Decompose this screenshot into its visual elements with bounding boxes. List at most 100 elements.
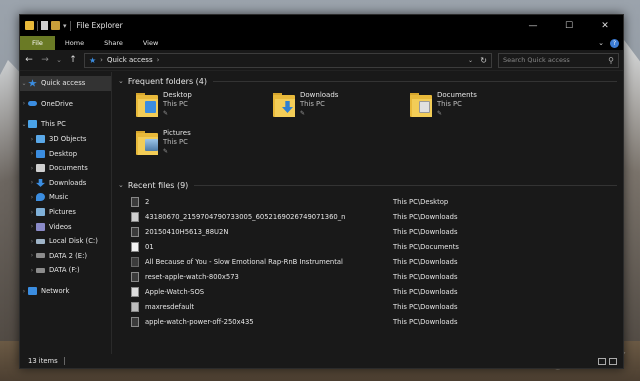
tab-view[interactable]: View [133,36,168,50]
sidebar-item-documents[interactable]: › Documents [20,161,111,176]
sidebar-item-local-disk-c[interactable]: › Local Disk (C:) [20,234,111,249]
music-icon [36,193,45,202]
list-item[interactable]: All Because of You - Slow Emotional Rap-… [118,254,623,269]
file-path: This PC\Desktop [393,197,449,206]
address-field[interactable]: ★ › Quick access › ⌄ ↻ [84,52,492,68]
folder-location: This PC [300,100,325,108]
folder-tile-downloads[interactable]: Downloads This PC ✎ [273,90,403,128]
list-item[interactable]: 20150410H5613_88U2N This PC\Downloads [118,224,623,239]
frequent-folders-header[interactable]: ⌄ Frequent folders (4) [118,74,623,88]
refresh-icon[interactable]: ↻ [480,56,487,65]
pin-icon: ✎ [163,110,169,117]
file-name: Apple-Watch-SOS [145,287,205,296]
sidebar-item-label: DATA (F:) [49,266,80,275]
folder-tile-pictures[interactable]: Pictures This PC ✎ [136,128,266,166]
sidebar-item-data-f[interactable]: › DATA (F:) [20,263,111,278]
customize-toolbar-icon[interactable]: ▾ [63,22,67,30]
chevron-right-icon[interactable]: › [100,56,103,64]
quick-access-toolbar: ▾ [20,20,71,31]
chevron-right-icon[interactable]: › [157,56,160,64]
file-path: This PC\Downloads [393,272,458,281]
computer-icon [28,120,37,129]
forward-button[interactable]: → [40,55,50,65]
file-path: This PC\Downloads [393,302,458,311]
status-bar: 13 items [20,354,623,368]
new-folder-icon[interactable] [51,21,60,30]
chevron-down-icon[interactable]: ⌄ [118,181,124,189]
help-icon[interactable]: ? [610,38,619,48]
drive-icon [36,238,45,244]
tab-share[interactable]: Share [94,36,133,50]
minimize-button[interactable]: — [515,15,551,36]
sidebar-item-3d-objects[interactable]: › 3D Objects [20,132,111,147]
chevron-right-icon[interactable]: › [28,209,36,216]
list-item[interactable]: apple-watch-power-off-250x435 This PC\Do… [118,314,623,329]
sidebar-item-label: Music [49,193,69,202]
sidebar-item-music[interactable]: › Music [20,190,111,205]
section-title: Recent files (9) [127,180,189,190]
separator [69,20,71,31]
navigation-bar: ← → ⌄ ↑ ★ › Quick access › ⌄ ↻ Search Qu… [20,50,623,71]
up-button[interactable]: ↑ [68,55,78,65]
view-toggle [598,357,617,365]
sidebar-item-downloads[interactable]: › Downloads [20,176,111,191]
title-bar: ▾ File Explorer — ☐ ✕ [20,15,623,36]
tab-home[interactable]: Home [55,36,94,50]
recent-locations-button[interactable]: ⌄ [56,56,62,64]
chevron-right-icon[interactable]: › [28,223,36,230]
sidebar-item-data-2-e[interactable]: › DATA 2 (E:) [20,249,111,264]
details-view-icon[interactable] [598,357,606,365]
chevron-right-icon[interactable]: › [20,100,28,107]
chevron-right-icon[interactable]: › [28,179,36,186]
list-item[interactable]: maxresdefault This PC\Downloads [118,299,623,314]
sidebar-item-label: Documents [49,164,88,173]
sidebar-item-pictures[interactable]: › Pictures [20,205,111,220]
chevron-down-icon[interactable]: ⌄ [118,77,124,85]
list-item[interactable]: 2 This PC\Desktop [118,194,623,209]
expand-ribbon-icon[interactable]: ⌄ [598,39,604,47]
folder-tile-documents[interactable]: Documents This PC ✎ [410,90,540,128]
sidebar-item-onedrive[interactable]: › OneDrive [20,97,111,112]
file-path: This PC\Downloads [393,257,458,266]
folder-name: Downloads [300,91,339,99]
search-input[interactable]: Search Quick access ⚲ [498,52,619,68]
chevron-right-icon[interactable]: › [28,165,36,172]
folder-tile-desktop[interactable]: Desktop This PC ✎ [136,90,266,128]
maximize-button[interactable]: ☐ [551,15,587,36]
chevron-right-icon[interactable]: › [28,136,36,143]
document-file-icon [131,241,139,252]
back-button[interactable]: ← [24,55,34,65]
chevron-down-icon[interactable]: ⌄ [20,121,28,128]
sidebar-item-desktop[interactable]: › Desktop [20,146,111,161]
address-path[interactable]: Quick access [107,56,153,64]
tab-file[interactable]: File [20,36,55,50]
folder-app-icon [25,21,34,30]
chevron-right-icon[interactable]: › [28,267,36,274]
sidebar-item-quick-access[interactable]: ⌄ Quick access [20,76,111,91]
recent-files-header[interactable]: ⌄ Recent files (9) [118,178,623,192]
chevron-right-icon[interactable]: › [28,252,36,259]
sidebar-item-label: Network [41,287,70,296]
file-name: reset-apple-watch-800x573 [145,272,239,281]
large-icons-view-icon[interactable] [609,357,617,365]
pictures-icon [36,208,45,217]
sidebar-item-videos[interactable]: › Videos [20,219,111,234]
list-item[interactable]: 43180670_2159704790733005_60521690267490… [118,209,623,224]
close-button[interactable]: ✕ [587,15,623,36]
sidebar-item-network[interactable]: › Network [20,284,111,299]
chevron-right-icon[interactable]: › [20,288,28,295]
chevron-down-icon[interactable]: ⌄ [20,80,28,87]
file-name: 2 [145,197,150,206]
list-item[interactable]: 01 This PC\Documents [118,239,623,254]
desktop-icon [36,149,45,158]
properties-icon[interactable] [41,21,48,30]
chevron-right-icon[interactable]: › [28,150,36,157]
network-icon [28,287,37,296]
list-item[interactable]: reset-apple-watch-800x573 This PC\Downlo… [118,269,623,284]
chevron-right-icon[interactable]: › [28,238,36,245]
chevron-right-icon[interactable]: › [28,194,36,201]
search-placeholder: Search Quick access [503,56,570,64]
address-dropdown-icon[interactable]: ⌄ [468,57,473,64]
list-item[interactable]: Apple-Watch-SOS This PC\Downloads [118,284,623,299]
sidebar-item-this-pc[interactable]: ⌄ This PC [20,117,111,132]
